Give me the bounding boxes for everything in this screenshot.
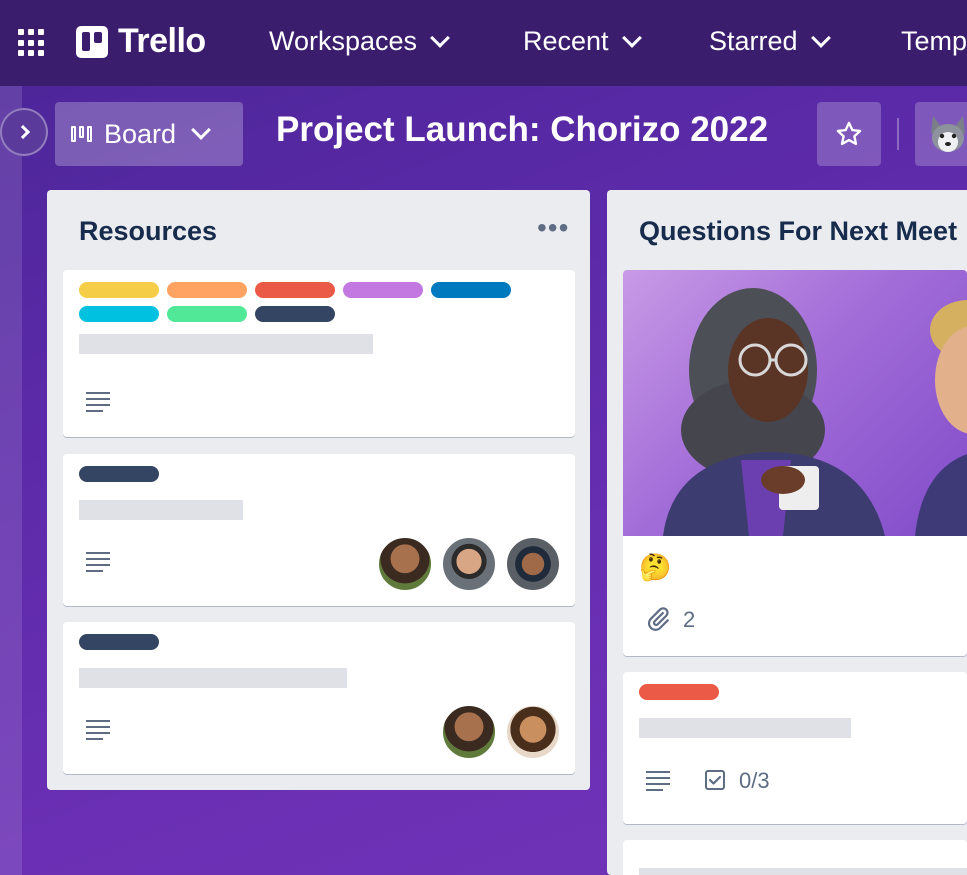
- label-purple[interactable]: [343, 282, 423, 298]
- card-questions-1[interactable]: 🤔 2: [623, 270, 967, 656]
- card-title-placeholder: [639, 868, 967, 875]
- board-view-icon: [71, 126, 92, 142]
- member-avatar[interactable]: [441, 704, 497, 760]
- card-cover-image: [623, 270, 967, 536]
- card-title-placeholder: [79, 668, 347, 688]
- chevron-down-icon: [430, 27, 450, 48]
- list-questions: Questions For Next Meet 🤔 2 0/3: [607, 190, 967, 875]
- description-icon: [86, 552, 110, 572]
- card-resources-3[interactable]: [63, 622, 575, 774]
- star-board-button[interactable]: [817, 102, 881, 166]
- trello-logo-icon: [76, 25, 108, 58]
- top-navigation: Trello Workspaces Recent Starred Temp: [0, 0, 967, 86]
- nav-starred[interactable]: Starred: [709, 26, 831, 57]
- apps-grid-icon[interactable]: [18, 29, 46, 57]
- list-title[interactable]: Resources: [79, 216, 217, 247]
- checklist-icon: [705, 770, 725, 790]
- label-green[interactable]: [167, 306, 247, 322]
- chevron-down-icon: [621, 27, 642, 48]
- card-title-placeholder: [79, 334, 373, 354]
- star-icon: [836, 121, 862, 146]
- card-title-placeholder: [79, 500, 243, 520]
- label-red[interactable]: [255, 282, 335, 298]
- list-title[interactable]: Questions For Next Meet: [639, 216, 957, 247]
- chevron-down-icon: [191, 120, 211, 140]
- label-navy[interactable]: [79, 466, 159, 482]
- trello-logo[interactable]: Trello: [76, 22, 206, 61]
- description-icon: [646, 771, 670, 791]
- cover-illustration: [663, 288, 967, 536]
- card-questions-2[interactable]: 0/3: [623, 672, 967, 824]
- card-questions-3[interactable]: [623, 840, 967, 875]
- label-sky[interactable]: [79, 306, 159, 322]
- label-navy[interactable]: [79, 634, 159, 650]
- card-title-placeholder: [639, 718, 851, 738]
- collapsed-sidebar: [0, 86, 22, 875]
- attachment-icon: [648, 607, 669, 631]
- member-avatar[interactable]: [505, 704, 561, 760]
- card-resources-2[interactable]: [63, 454, 575, 606]
- board-view-switcher[interactable]: Board: [55, 102, 243, 166]
- card-resources-1[interactable]: [63, 270, 575, 437]
- label-navy[interactable]: [255, 306, 335, 322]
- husky-avatar-icon: [931, 116, 965, 152]
- logo-text: Trello: [118, 22, 206, 60]
- nav-recent-label: Recent: [523, 26, 609, 56]
- workspace-avatar-button[interactable]: [915, 102, 967, 166]
- member-avatar[interactable]: [441, 536, 497, 592]
- list-resources: Resources •••: [47, 190, 590, 790]
- expand-sidebar-button[interactable]: [0, 108, 48, 156]
- board-title[interactable]: Project Launch: Chorizo 2022: [276, 110, 768, 150]
- card-emoji: 🤔: [639, 552, 672, 582]
- label-yellow[interactable]: [79, 282, 159, 298]
- nav-workspaces-label: Workspaces: [269, 26, 418, 56]
- nav-starred-label: Starred: [709, 26, 798, 56]
- list-more-button[interactable]: •••: [537, 212, 569, 244]
- description-icon: [86, 392, 110, 412]
- description-icon: [86, 720, 110, 740]
- board-view-label: Board: [104, 118, 177, 149]
- nav-recent[interactable]: Recent: [523, 26, 642, 57]
- label-blue[interactable]: [431, 282, 511, 298]
- chevron-right-icon: [15, 124, 30, 140]
- label-red[interactable]: [639, 684, 719, 700]
- chevron-down-icon: [810, 27, 831, 48]
- nav-templates[interactable]: Temp: [901, 26, 967, 57]
- member-avatar[interactable]: [505, 536, 561, 592]
- attachment-count: 2: [683, 607, 696, 632]
- nav-workspaces[interactable]: Workspaces: [269, 26, 450, 57]
- header-divider: [897, 118, 899, 150]
- nav-templates-label: Temp: [901, 26, 967, 56]
- label-orange[interactable]: [167, 282, 247, 298]
- member-avatar[interactable]: [377, 536, 433, 592]
- checklist-progress: 0/3: [739, 768, 770, 793]
